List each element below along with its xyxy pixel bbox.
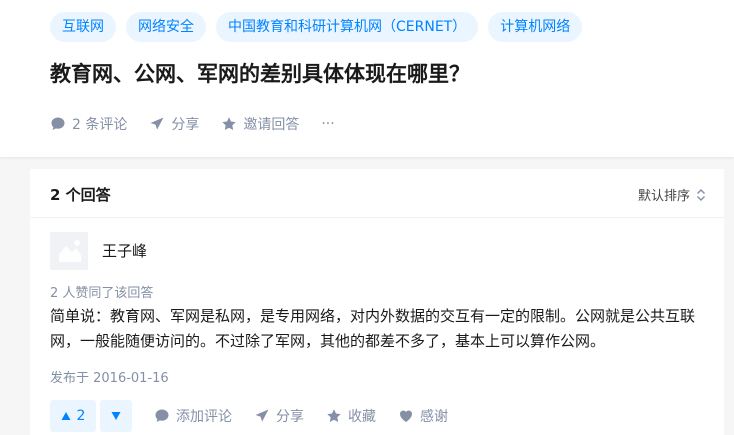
favorite-label: 收藏 (348, 409, 376, 425)
comment-icon (51, 117, 65, 130)
add-comment-button[interactable]: 添加评论 (154, 406, 232, 426)
comments-label: 2 条评论 (72, 117, 128, 133)
comment-icon (155, 409, 169, 422)
thanks-label: 感谢 (420, 409, 448, 425)
answer-share-label: 分享 (276, 409, 304, 425)
upvote-summary: 2 人赞同了该回答 (50, 286, 154, 301)
tag-internet[interactable]: 互联网 (50, 12, 116, 42)
tag-network-security[interactable]: 网络安全 (126, 12, 206, 42)
answer-count: 2 个回答 (50, 186, 111, 204)
publish-date[interactable]: 发布于 2016-01-16 (50, 367, 169, 386)
heart-icon (399, 410, 413, 422)
more-icon: ··· (321, 116, 335, 132)
share-icon (150, 117, 164, 130)
upvote-count: 2 (76, 408, 86, 424)
tag-computer-network[interactable]: 计算机网络 (488, 12, 583, 42)
more-button[interactable]: ··· (321, 116, 334, 132)
share-button[interactable]: 分享 (149, 114, 199, 134)
answer-text: 简单说：教育网、军网是私网，是专用网络，对内外数据的交互有一定的限制。公网就是公… (50, 307, 696, 350)
answers-card: 2 个回答 默认排序 王子峰 2 人赞同了该回答 简单说：教育网、军网是私网，是… (30, 169, 724, 435)
share-label: 分享 (171, 117, 200, 133)
favorite-button[interactable]: 收藏 (326, 406, 376, 426)
question-header: 互联网 网络安全 中国教育和科研计算机网（CERNET） 计算机网络 教育网、公… (0, 0, 734, 157)
invite-label: 邀请回答 (243, 117, 300, 133)
answer-actions: 2 添加评论 分享 收藏 感谢 (50, 400, 470, 432)
star-icon (327, 409, 341, 422)
upvote-button[interactable]: 2 (50, 400, 96, 432)
sort-chevrons-icon (697, 188, 705, 201)
comments-button[interactable]: 2 条评论 (50, 114, 127, 134)
invite-answer-button[interactable]: 邀请回答 (221, 114, 299, 134)
author-name[interactable]: 王子峰 (102, 240, 147, 261)
answer-content: 简单说：教育网、军网是私网，是专用网络，对内外数据的交互有一定的限制。公网就是公… (50, 304, 706, 354)
question-actions: 2 条评论 分享 邀请回答 ··· (50, 114, 357, 134)
thanks-button[interactable]: 感谢 (398, 406, 448, 426)
triangle-up-icon (61, 412, 71, 420)
question-title: 教育网、公网、军网的差别具体体现在哪里？ (50, 62, 470, 86)
star-icon (222, 117, 237, 130)
avatar-placeholder-icon (50, 232, 88, 270)
topic-tags: 互联网 网络安全 中国教育和科研计算机网（CERNET） 计算机网络 (50, 12, 583, 42)
sort-dropdown[interactable]: 默认排序 (638, 185, 706, 204)
triangle-down-icon (111, 412, 121, 420)
downvote-button[interactable] (100, 400, 132, 432)
avatar[interactable] (50, 232, 88, 270)
answers-header: 2 个回答 默认排序 (30, 169, 724, 218)
share-icon (255, 409, 269, 422)
add-comment-label: 添加评论 (176, 409, 232, 425)
answer-share-button[interactable]: 分享 (254, 406, 304, 426)
sort-label: 默认排序 (637, 189, 690, 204)
tag-cernet[interactable]: 中国教育和科研计算机网（CERNET） (216, 12, 479, 42)
